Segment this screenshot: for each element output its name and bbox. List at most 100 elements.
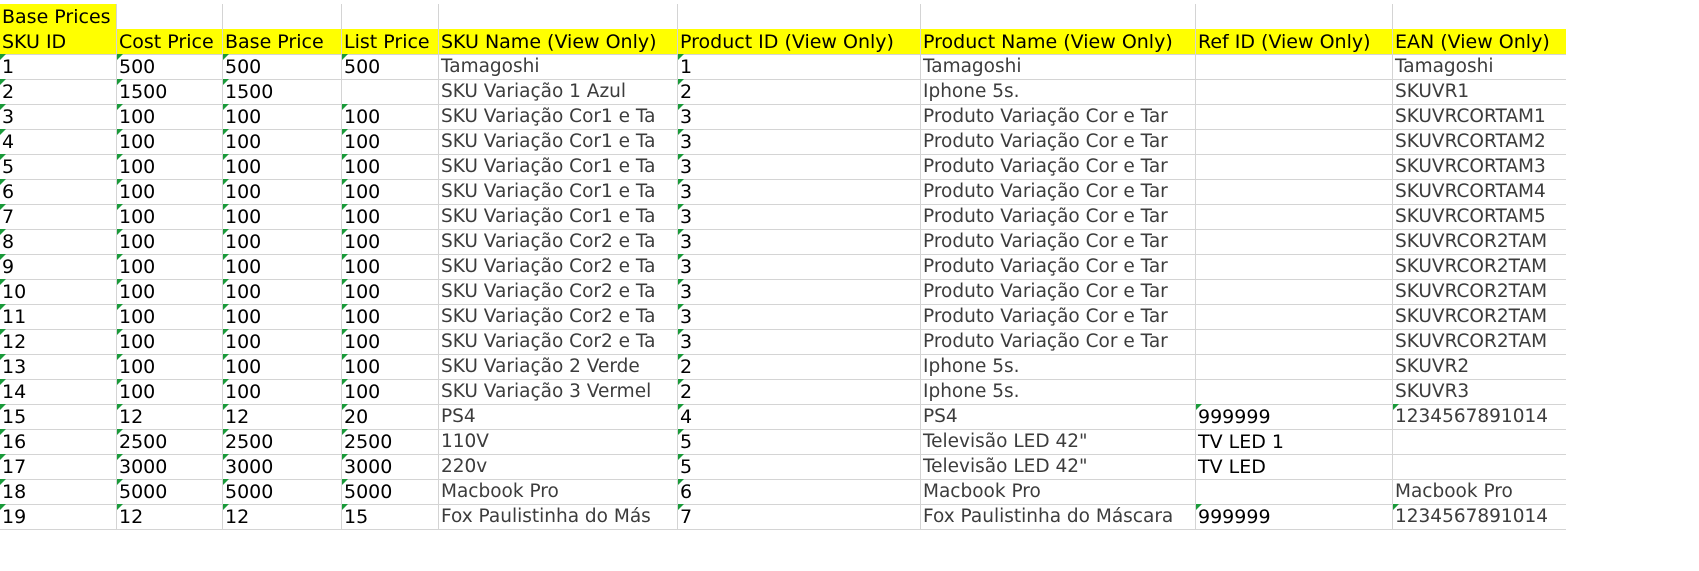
cell-product-id[interactable]: 1 (678, 54, 921, 79)
cell-list-price[interactable] (342, 79, 439, 104)
cell-product-name[interactable]: Produto Variação Cor e Tar (921, 154, 1196, 179)
cell-product-name[interactable]: PS4 (921, 404, 1196, 429)
cell-ean[interactable]: SKUVRCOR2TAM (1393, 279, 1566, 304)
cell-list-price[interactable]: 3000 (342, 454, 439, 479)
cell-product-name[interactable]: Produto Variação Cor e Tar (921, 279, 1196, 304)
cell-ean[interactable]: SKUVRCORTAM1 (1393, 104, 1566, 129)
cell-ref-id[interactable] (1196, 154, 1393, 179)
cell-base-price[interactable]: 12 (223, 504, 342, 529)
cell-product-name[interactable]: Produto Variação Cor e Tar (921, 329, 1196, 354)
cell-cost-price[interactable]: 100 (117, 354, 223, 379)
cell-sku-name[interactable]: SKU Variação Cor1 e Ta (439, 104, 678, 129)
cell-list-price[interactable]: 15 (342, 504, 439, 529)
cell-list-price[interactable]: 100 (342, 129, 439, 154)
header-list-price[interactable]: List Price (342, 29, 439, 54)
cell-ref-id[interactable] (1196, 379, 1393, 404)
cell-cost-price[interactable]: 100 (117, 279, 223, 304)
cell-product-id[interactable]: 2 (678, 379, 921, 404)
cell-product-id[interactable]: 3 (678, 254, 921, 279)
cell-product-id[interactable]: 3 (678, 204, 921, 229)
cell-list-price[interactable]: 100 (342, 279, 439, 304)
cell-sku-id[interactable]: 14 (0, 379, 117, 404)
cell-base-price[interactable]: 100 (223, 254, 342, 279)
cell-sku-id[interactable]: 1 (0, 54, 117, 79)
cell-list-price[interactable]: 100 (342, 104, 439, 129)
cell-ref-id[interactable] (1196, 329, 1393, 354)
cell-list-price[interactable]: 100 (342, 304, 439, 329)
cell-sku-name[interactable]: PS4 (439, 404, 678, 429)
cell-product-name[interactable]: Iphone 5s. (921, 354, 1196, 379)
cell-cost-price[interactable]: 100 (117, 204, 223, 229)
cell-product-name[interactable]: Iphone 5s. (921, 79, 1196, 104)
cell-sku-id[interactable]: 13 (0, 354, 117, 379)
cell-ean[interactable]: Tamagoshi (1393, 54, 1566, 79)
header-ref-id[interactable]: Ref ID (View Only) (1196, 29, 1393, 54)
cell-ref-id[interactable] (1196, 479, 1393, 504)
cell-cost-price[interactable]: 500 (117, 54, 223, 79)
cell-sku-name[interactable]: SKU Variação 3 Vermel (439, 379, 678, 404)
header-ean[interactable]: EAN (View Only) (1393, 29, 1566, 54)
cell-ref-id[interactable]: 999999 (1196, 404, 1393, 429)
cell-product-id[interactable]: 3 (678, 329, 921, 354)
cell-sku-id[interactable]: 2 (0, 79, 117, 104)
cell-product-id[interactable]: 7 (678, 504, 921, 529)
cell-product-id[interactable]: 3 (678, 154, 921, 179)
cell-ean[interactable]: SKUVRCORTAM3 (1393, 154, 1566, 179)
empty-cell[interactable] (117, 4, 223, 29)
cell-ean[interactable]: SKUVR2 (1393, 354, 1566, 379)
cell-base-price[interactable]: 100 (223, 329, 342, 354)
cell-sku-name[interactable]: SKU Variação Cor1 e Ta (439, 154, 678, 179)
cell-sku-id[interactable]: 11 (0, 304, 117, 329)
cell-ref-id[interactable] (1196, 104, 1393, 129)
cell-sku-name[interactable]: Tamagoshi (439, 54, 678, 79)
cell-sku-id[interactable]: 12 (0, 329, 117, 354)
cell-product-id[interactable]: 3 (678, 229, 921, 254)
cell-sku-id[interactable]: 9 (0, 254, 117, 279)
cell-product-name[interactable]: Produto Variação Cor e Tar (921, 304, 1196, 329)
cell-product-name[interactable]: Produto Variação Cor e Tar (921, 204, 1196, 229)
header-cost-price[interactable]: Cost Price (117, 29, 223, 54)
cell-ean[interactable]: 1234567891014 (1393, 404, 1566, 429)
cell-list-price[interactable]: 100 (342, 329, 439, 354)
cell-base-price[interactable]: 100 (223, 229, 342, 254)
cell-sku-name[interactable]: SKU Variação Cor2 e Ta (439, 329, 678, 354)
cell-sku-id[interactable]: 10 (0, 279, 117, 304)
cell-ean[interactable]: SKUVRCOR2TAM (1393, 329, 1566, 354)
cell-product-name[interactable]: Macbook Pro (921, 479, 1196, 504)
cell-ean[interactable]: 1234567891014 (1393, 504, 1566, 529)
cell-ref-id[interactable] (1196, 54, 1393, 79)
cell-sku-id[interactable]: 3 (0, 104, 117, 129)
cell-cost-price[interactable]: 100 (117, 129, 223, 154)
cell-cost-price[interactable]: 100 (117, 304, 223, 329)
cell-list-price[interactable]: 100 (342, 254, 439, 279)
cell-product-id[interactable]: 2 (678, 79, 921, 104)
cell-sku-name[interactable]: SKU Variação Cor1 e Ta (439, 129, 678, 154)
cell-list-price[interactable]: 100 (342, 354, 439, 379)
cell-list-price[interactable]: 100 (342, 379, 439, 404)
cell-ref-id[interactable] (1196, 304, 1393, 329)
cell-cost-price[interactable]: 12 (117, 404, 223, 429)
cell-list-price[interactable]: 2500 (342, 429, 439, 454)
cell-product-id[interactable]: 3 (678, 104, 921, 129)
cell-cost-price[interactable]: 2500 (117, 429, 223, 454)
cell-sku-id[interactable]: 7 (0, 204, 117, 229)
cell-ean[interactable] (1393, 454, 1566, 479)
cell-sku-id[interactable]: 17 (0, 454, 117, 479)
empty-cell[interactable] (223, 4, 342, 29)
cell-sku-name[interactable]: SKU Variação Cor2 e Ta (439, 254, 678, 279)
header-base-price[interactable]: Base Price (223, 29, 342, 54)
cell-product-name[interactable]: Televisão LED 42" (921, 454, 1196, 479)
cell-cost-price[interactable]: 100 (117, 154, 223, 179)
cell-sku-name[interactable]: SKU Variação Cor2 e Ta (439, 279, 678, 304)
cell-product-name[interactable]: Produto Variação Cor e Tar (921, 104, 1196, 129)
cell-sku-id[interactable]: 5 (0, 154, 117, 179)
cell-ref-id[interactable]: TV LED (1196, 454, 1393, 479)
cell-product-id[interactable]: 4 (678, 404, 921, 429)
cell-list-price[interactable]: 100 (342, 229, 439, 254)
cell-ean[interactable]: Macbook Pro (1393, 479, 1566, 504)
cell-base-price[interactable]: 1500 (223, 79, 342, 104)
cell-product-id[interactable]: 3 (678, 129, 921, 154)
cell-sku-name[interactable]: SKU Variação 1 Azul (439, 79, 678, 104)
cell-sku-name[interactable]: SKU Variação 2 Verde (439, 354, 678, 379)
cell-ean[interactable]: SKUVRCOR2TAM (1393, 304, 1566, 329)
